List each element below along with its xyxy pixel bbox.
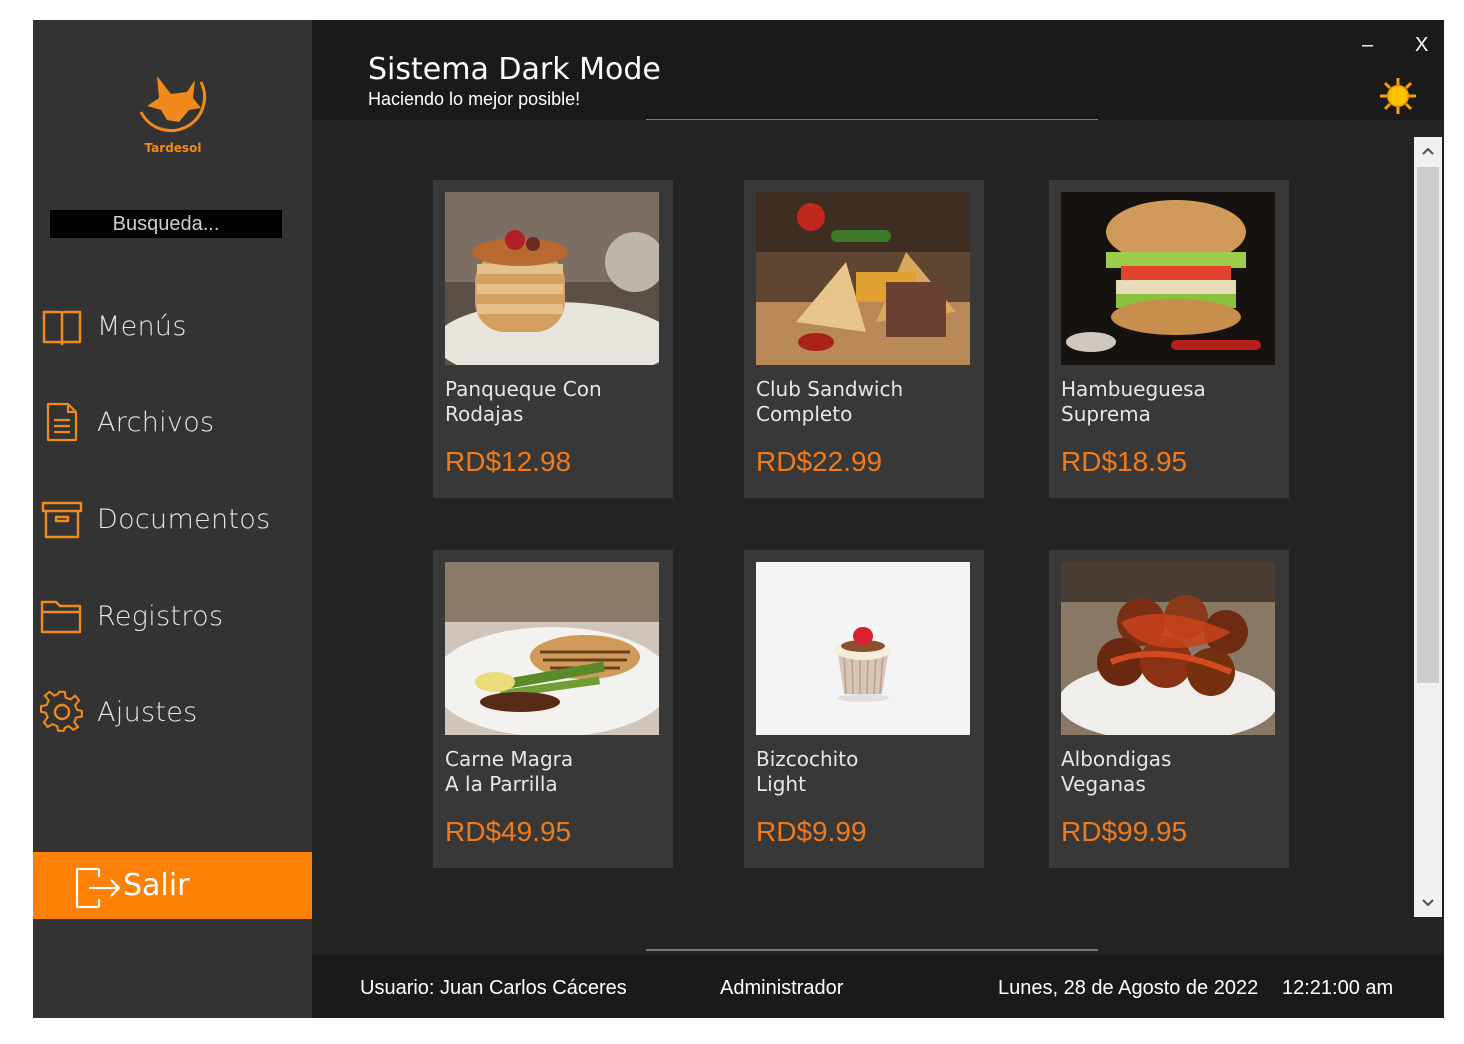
product-name-line: Carne Magra (445, 747, 574, 771)
product-card[interactable]: Hambueguesa Suprema RD$18.95 (1049, 180, 1289, 498)
product-price: RD$12.98 (445, 446, 572, 477)
sidebar-item-label: Registros (97, 600, 224, 632)
product-price: RD$49.95 (445, 816, 572, 847)
product-image (445, 562, 659, 735)
product-image (1061, 192, 1275, 365)
product-name: Panqueque Con Rodajas (445, 377, 665, 427)
product-name-line: A la Parrilla (445, 772, 558, 796)
sidebar-item-menus[interactable]: Menús (33, 296, 312, 356)
sidebar-item-registros[interactable]: Registros (33, 586, 312, 646)
sun-icon (1380, 78, 1416, 114)
theme-toggle-button[interactable] (1378, 76, 1418, 116)
product-name: Carne Magra A la Parrilla (445, 747, 665, 797)
sidebar-item-label: Ajustes (97, 696, 198, 728)
scroll-up-button[interactable] (1414, 137, 1442, 165)
sidebar-item-documentos[interactable]: Documentos (33, 489, 312, 549)
status-bar: Usuario: Juan Carlos Cáceres Administrad… (312, 955, 1444, 1018)
sidebar-item-label: Archivos (97, 406, 215, 438)
product-grid: Panqueque Con Rodajas RD$12.98 Club Sand… (312, 120, 1444, 955)
role-label: Administrador (720, 977, 844, 999)
file-icon (39, 399, 85, 445)
folder-icon (39, 593, 85, 639)
exit-label: Salir (123, 868, 190, 903)
product-price: RD$22.99 (756, 446, 883, 477)
product-card[interactable]: Bizcochito Light RD$9.99 (744, 550, 984, 868)
logo: Tardesol (131, 70, 215, 155)
archive-box-icon (39, 496, 85, 542)
header: Sistema Dark Mode Haciendo lo mejor posi… (312, 20, 1444, 120)
product-name-line: Club Sandwich (756, 377, 904, 401)
product-name: Albondigas Veganas (1061, 747, 1281, 797)
sidebar-item-archivos[interactable]: Archivos (33, 392, 312, 452)
product-name-line: Veganas (1061, 772, 1146, 796)
minimize-button[interactable]: – (1362, 34, 1373, 57)
product-name-line: Light (756, 772, 806, 796)
product-name-line: Rodajas (445, 402, 524, 426)
product-name: Club Sandwich Completo (756, 377, 976, 427)
logout-icon (73, 861, 123, 911)
page-title: Sistema Dark Mode (368, 52, 661, 87)
product-price: RD$99.95 (1061, 816, 1188, 847)
time-label: 12:21:00 am (1282, 977, 1394, 999)
chevron-up-icon (1422, 147, 1434, 155)
product-name: Hambueguesa Suprema (1061, 377, 1281, 427)
fox-logo-icon (139, 76, 207, 133)
product-image (1061, 562, 1275, 735)
product-name: Bizcochito Light (756, 747, 976, 797)
sidebar: Tardesol Menús Archivos Documentos (33, 20, 312, 1018)
gear-icon (39, 689, 85, 735)
footer-divider (646, 949, 1098, 951)
book-icon (39, 303, 85, 349)
chevron-down-icon (1422, 899, 1434, 907)
product-card[interactable]: Carne Magra A la Parrilla RD$49.95 (433, 550, 673, 868)
product-card[interactable]: Panqueque Con Rodajas RD$12.98 (433, 180, 673, 498)
product-price: RD$18.95 (1061, 446, 1188, 477)
sidebar-item-label: Documentos (97, 503, 271, 535)
vertical-scrollbar[interactable] (1414, 137, 1442, 917)
scroll-down-button[interactable] (1414, 889, 1442, 917)
product-card[interactable]: Albondigas Veganas RD$99.95 (1049, 550, 1289, 868)
date-label: Lunes, 28 de Agosto de 2022 (998, 977, 1259, 999)
product-name-line: Bizcochito (756, 747, 859, 771)
product-card[interactable]: Club Sandwich Completo RD$22.99 (744, 180, 984, 498)
product-price: RD$9.99 (756, 816, 867, 847)
app-window: Tardesol Menús Archivos Documentos (33, 20, 1444, 1018)
product-name-line: Hambueguesa (1061, 377, 1206, 401)
sidebar-item-label: Menús (97, 310, 187, 342)
user-label: Usuario: Juan Carlos Cáceres (360, 977, 627, 999)
product-name-line: Completo (756, 402, 853, 426)
sidebar-item-ajustes[interactable]: Ajustes (33, 682, 312, 742)
product-name-line: Albondigas (1061, 747, 1172, 771)
product-name-line: Panqueque Con (445, 377, 602, 401)
close-button[interactable]: X (1415, 34, 1428, 57)
scroll-thumb[interactable] (1417, 167, 1439, 683)
product-image (756, 562, 970, 735)
page-subtitle: Haciendo lo mejor posible! (368, 89, 581, 109)
product-image (445, 192, 659, 365)
exit-button[interactable]: Salir (33, 852, 312, 919)
logo-text: Tardesol (144, 141, 202, 155)
search-input[interactable] (50, 210, 282, 238)
product-image (756, 192, 970, 365)
product-name-line: Suprema (1061, 402, 1151, 426)
